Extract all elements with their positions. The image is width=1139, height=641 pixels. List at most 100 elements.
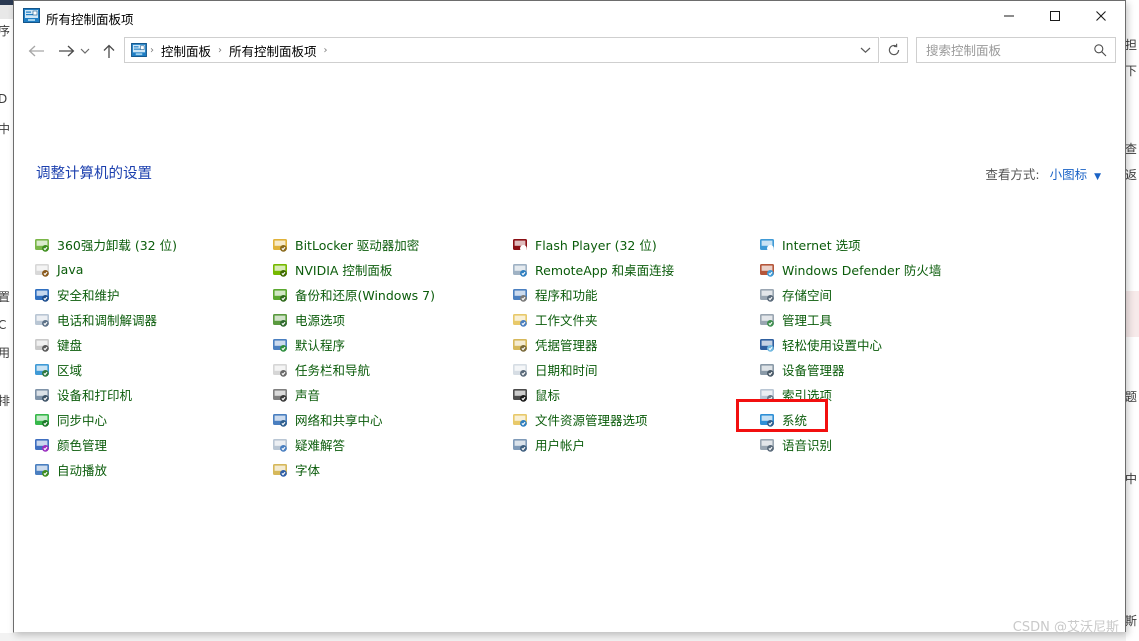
- control-panel-item-label: 轻松使用设置中心: [782, 338, 883, 353]
- windows-firewall-icon: [760, 263, 774, 277]
- bg-fragment: 置: [0, 288, 10, 305]
- control-panel-item-label: 设备和打印机: [57, 388, 133, 403]
- control-panel-item-label: 用户帐户: [535, 438, 586, 453]
- breadcrumb-control-panel[interactable]: 控制面板: [157, 41, 215, 60]
- maximize-button[interactable]: [1032, 1, 1078, 31]
- power-options-icon: [273, 313, 287, 327]
- backup-restore-icon: [273, 288, 287, 302]
- control-panel-item-label: 同步中心: [57, 413, 108, 428]
- control-panel-item[interactable]: Windows Defender 防火墙: [759, 257, 941, 282]
- control-panel-item[interactable]: 设备管理器: [759, 357, 941, 382]
- control-panel-item-label: NVIDIA 控制面板: [295, 263, 393, 278]
- control-panel-item[interactable]: Flash Player (32 位): [512, 232, 674, 257]
- control-panel-item[interactable]: 设备和打印机: [34, 382, 177, 407]
- control-panel-item-label: 默认程序: [295, 338, 346, 353]
- remoteapp-icon: [513, 263, 527, 277]
- title-bar[interactable]: 所有控制面板项: [14, 1, 1125, 33]
- control-panel-item[interactable]: 任务栏和导航: [272, 357, 435, 382]
- background-window-left[interactable]: 序 D 中 置 C 用 排: [0, 0, 14, 633]
- devices-printers-icon: [35, 388, 49, 402]
- control-panel-item[interactable]: 轻松使用设置中心: [759, 332, 941, 357]
- address-bar[interactable]: › 控制面板 › 所有控制面板项 ›: [124, 37, 879, 63]
- sound-icon: [273, 388, 287, 402]
- control-panel-item-label: 安全和维护: [57, 288, 120, 303]
- control-panel-item-label: 管理工具: [782, 313, 833, 328]
- color-management-icon: [35, 438, 49, 452]
- control-panel-item[interactable]: BitLocker 驱动器加密: [272, 232, 435, 257]
- control-panel-item-label: 系统: [782, 413, 808, 428]
- control-panel-item[interactable]: 电源选项: [272, 307, 435, 332]
- control-panel-item[interactable]: 存储空间: [759, 282, 941, 307]
- administrative-tools-icon: [760, 313, 774, 327]
- modem-icon: [35, 313, 49, 327]
- control-panel-item[interactable]: 凭据管理器: [512, 332, 674, 357]
- control-panel-item-label: Internet 选项: [782, 238, 861, 253]
- minimize-button[interactable]: [986, 1, 1032, 31]
- control-panel-item-label: 字体: [295, 463, 321, 478]
- region-globe-icon: [35, 363, 49, 377]
- bg-fragment: D: [0, 92, 7, 106]
- control-panel-item[interactable]: Internet 选项: [759, 232, 941, 257]
- control-panel-item[interactable]: 语音识别: [759, 432, 941, 457]
- control-panel-item-label: 语音识别: [782, 438, 833, 453]
- items-column-2: BitLocker 驱动器加密 NVIDIA 控制面板备份和还原(Windows …: [272, 232, 435, 482]
- troubleshooting-icon: [273, 438, 287, 452]
- refresh-button[interactable]: [880, 37, 908, 63]
- close-button[interactable]: [1078, 1, 1124, 31]
- breadcrumb-separator: ›: [150, 44, 154, 56]
- device-manager-icon: [760, 363, 774, 377]
- control-panel-item[interactable]: 程序和功能: [512, 282, 674, 307]
- control-panel-item[interactable]: 备份和还原(Windows 7): [272, 282, 435, 307]
- control-panel-item[interactable]: 同步中心: [34, 407, 177, 432]
- ease-of-access-icon: [760, 338, 774, 352]
- control-panel-item[interactable]: 日期和时间: [512, 357, 674, 382]
- control-panel-item[interactable]: 安全和维护: [34, 282, 177, 307]
- control-panel-item[interactable]: 自动播放: [34, 457, 177, 482]
- taskbar-navigation-icon: [273, 363, 287, 377]
- control-panel-item[interactable]: 管理工具: [759, 307, 941, 332]
- control-panel-item-label: 索引选项: [782, 388, 833, 403]
- control-panel-item[interactable]: 电话和调制解调器: [34, 307, 177, 332]
- control-panel-item[interactable]: 疑难解答: [272, 432, 435, 457]
- control-panel-item[interactable]: 鼠标: [512, 382, 674, 407]
- mouse-icon: [513, 388, 527, 402]
- storage-spaces-icon: [760, 288, 774, 302]
- breadcrumb-all-items[interactable]: 所有控制面板项: [225, 41, 321, 60]
- control-panel-item[interactable]: 字体: [272, 457, 435, 482]
- control-panel-item-label: 任务栏和导航: [295, 363, 371, 378]
- back-button[interactable]: [23, 37, 49, 65]
- control-panel-item-label: 区域: [57, 363, 83, 378]
- control-panel-item[interactable]: 工作文件夹: [512, 307, 674, 332]
- control-panel-item[interactable]: 颜色管理: [34, 432, 177, 457]
- bg-fragment: 题: [1126, 390, 1138, 404]
- control-panel-item[interactable]: 文件资源管理器选项: [512, 407, 674, 432]
- search-box[interactable]: [916, 37, 1116, 63]
- control-panel-item-label: 工作文件夹: [535, 313, 598, 328]
- control-panel-item-label: Flash Player (32 位): [535, 238, 657, 253]
- control-panel-item[interactable]: 系统: [759, 407, 941, 432]
- control-panel-item[interactable]: RemoteApp 和桌面连接: [512, 257, 674, 282]
- control-panel-item[interactable]: 默认程序: [272, 332, 435, 357]
- control-panel-item-label: 凭据管理器: [535, 338, 598, 353]
- user-accounts-icon: [513, 438, 527, 452]
- control-panel-item[interactable]: 网络和共享中心: [272, 407, 435, 432]
- bg-fragment: 序: [0, 22, 10, 39]
- chevron-down-icon[interactable]: [852, 37, 878, 63]
- control-panel-item[interactable]: 键盘: [34, 332, 177, 357]
- control-panel-item-label: 颜色管理: [57, 438, 108, 453]
- content-area: 调整计算机的设置 查看方式: 小图标 ▼ 360强力卸载 (32 位) Java 安…: [14, 69, 1125, 632]
- control-panel-item[interactable]: 区域: [34, 357, 177, 382]
- search-input[interactable]: [924, 41, 1093, 59]
- background-window-right-highlight: [1126, 291, 1139, 337]
- breadcrumb-separator[interactable]: ›: [321, 45, 331, 56]
- control-panel-item[interactable]: 用户帐户: [512, 432, 674, 457]
- bg-fragment: 斯: [1126, 614, 1138, 628]
- recent-locations-button[interactable]: [76, 37, 94, 65]
- control-panel-item[interactable]: 360强力卸载 (32 位): [34, 232, 177, 257]
- control-panel-item[interactable]: 声音: [272, 382, 435, 407]
- control-panel-item[interactable]: NVIDIA 控制面板: [272, 257, 435, 282]
- up-button[interactable]: [96, 37, 122, 65]
- control-panel-item[interactable]: Java: [34, 257, 177, 282]
- control-panel-item[interactable]: 索引选项: [759, 382, 941, 407]
- bg-fragment: 排: [0, 392, 10, 409]
